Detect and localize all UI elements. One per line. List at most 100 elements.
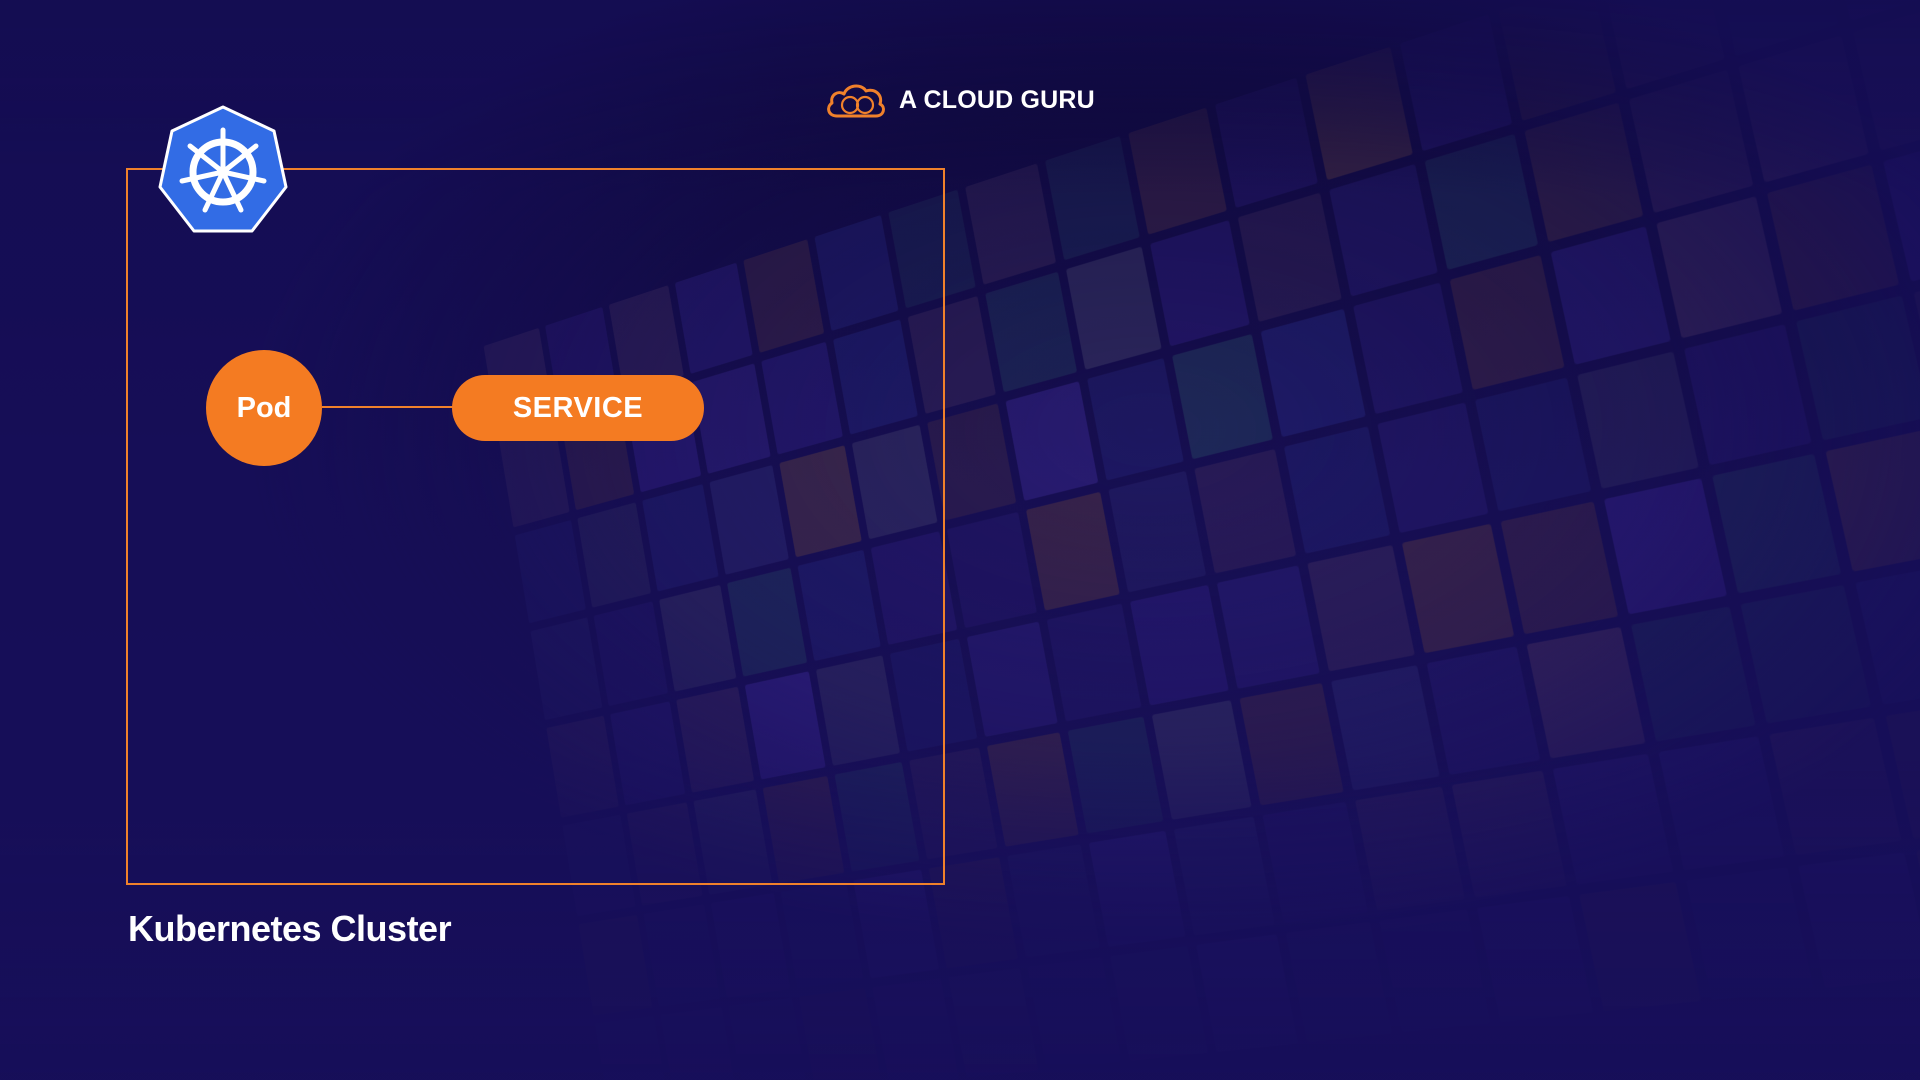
background-tile	[966, 621, 1058, 737]
background-tile	[1130, 584, 1229, 706]
background-tile	[1477, 896, 1594, 1023]
background-tile	[1377, 402, 1489, 533]
background-tile	[1007, 844, 1100, 958]
background-tile	[1331, 665, 1440, 791]
background-tile	[985, 271, 1078, 393]
background-tile	[1855, 562, 1920, 705]
background-tile	[1355, 786, 1465, 911]
background-tile	[1216, 565, 1320, 689]
background-tile	[1173, 816, 1275, 936]
pod-label: Pod	[236, 391, 292, 424]
cluster-label: Kubernetes Cluster	[128, 908, 452, 949]
background-tile	[1128, 107, 1227, 235]
background-tile	[1067, 716, 1164, 834]
background-tile	[1712, 453, 1842, 594]
background-tile	[1046, 603, 1142, 722]
background-tile	[1475, 377, 1592, 512]
background-tile	[660, 1007, 738, 1080]
background-tile	[1579, 882, 1701, 1012]
service-label: SERVICE	[512, 391, 644, 424]
background-tile	[1451, 770, 1567, 898]
background-tile	[780, 881, 864, 989]
background-tile	[1285, 922, 1393, 1043]
background-tile	[1426, 646, 1541, 775]
background-tile	[1577, 351, 1699, 489]
background-tile	[1740, 584, 1872, 724]
background-tile	[643, 904, 721, 1007]
background-tile	[1087, 358, 1184, 481]
background-tile	[1283, 426, 1391, 554]
background-tile	[1026, 491, 1120, 611]
background-tile	[1151, 700, 1252, 820]
background-tile	[1798, 852, 1920, 989]
background-tile	[872, 978, 959, 1080]
background-tile	[1424, 133, 1539, 270]
background-tile	[1524, 102, 1644, 243]
background-tile	[1885, 698, 1920, 840]
background-tile	[1684, 324, 1812, 466]
background-tile	[1658, 736, 1785, 870]
background-tile	[728, 997, 809, 1080]
background-tile	[1852, 0, 1920, 151]
pod-service-connector	[322, 406, 454, 408]
background-tile	[1260, 308, 1366, 438]
background-tile	[1172, 333, 1273, 460]
background-tile	[1401, 523, 1515, 654]
background-tile	[1379, 909, 1491, 1033]
background-tile	[1913, 265, 1920, 415]
background-tile	[1215, 77, 1318, 209]
pod-node: Pod	[206, 350, 322, 466]
background-tile	[1709, 0, 1839, 56]
background-tile	[1526, 626, 1646, 759]
background-tile	[965, 163, 1057, 285]
service-node: SERVICE	[452, 375, 704, 441]
background-tile	[1550, 226, 1671, 365]
background-tile	[1449, 255, 1565, 390]
background-tile	[1196, 934, 1299, 1052]
background-tile	[1738, 35, 1869, 183]
background-tile	[578, 914, 653, 1016]
background-tile	[986, 732, 1079, 847]
cluster-frame	[126, 168, 945, 885]
background-tile	[853, 869, 940, 979]
background-tile	[1399, 14, 1513, 152]
background-tile	[1005, 381, 1099, 501]
kubernetes-helm-icon	[156, 104, 290, 236]
background-tile	[1603, 478, 1728, 615]
background-tile	[948, 968, 1039, 1079]
background-tile	[1353, 282, 1463, 415]
background-tile	[1552, 753, 1674, 885]
background-tile	[1498, 0, 1616, 121]
background-tile	[710, 893, 791, 998]
background-tile	[1307, 545, 1415, 672]
background-tile	[1686, 867, 1814, 1001]
cloud-logo-icon	[827, 84, 885, 118]
background-tile	[1194, 449, 1297, 574]
background-tile	[1601, 0, 1725, 90]
background-tile	[1656, 196, 1783, 339]
background-tile	[1110, 946, 1208, 1062]
background-tile	[1108, 470, 1207, 593]
background-tile	[1916, 836, 1920, 976]
background-tile	[1239, 683, 1344, 806]
brand-header: A CLOUD GURU	[823, 78, 1095, 122]
background-tile	[1027, 957, 1122, 1070]
background-tile	[1767, 164, 1900, 311]
background-tile	[1796, 295, 1920, 441]
background-tile	[1305, 46, 1413, 181]
background-tile	[1631, 606, 1756, 742]
background-tile	[1823, 0, 1920, 22]
background-tile	[1883, 131, 1920, 282]
background-tile	[1500, 501, 1619, 635]
background-tile	[1065, 246, 1162, 370]
background-tile	[1628, 69, 1754, 213]
background-tile	[946, 511, 1037, 629]
background-tile	[1769, 717, 1902, 856]
brand-name: A CLOUD GURU	[899, 85, 1095, 114]
background-tile	[594, 1015, 670, 1080]
background-tile	[1262, 801, 1368, 924]
background-tile	[1088, 830, 1186, 947]
background-tile	[798, 988, 883, 1080]
background-tile	[1045, 136, 1140, 261]
background-tile	[1150, 220, 1250, 347]
